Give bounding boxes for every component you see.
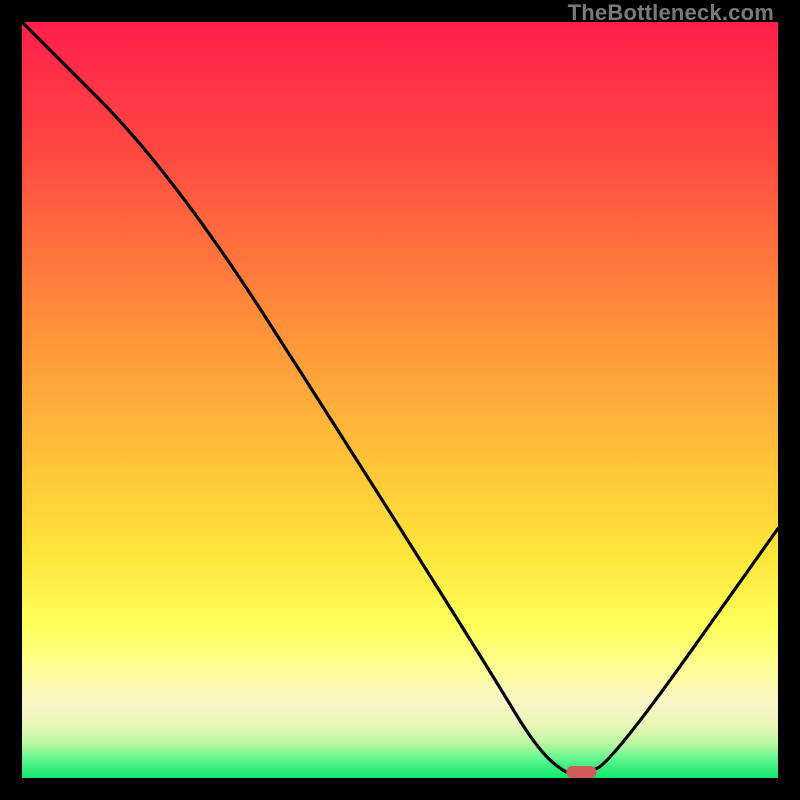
optimum-marker: [566, 766, 596, 778]
chart-frame: [22, 22, 778, 778]
gradient-background: [22, 22, 778, 778]
bottleneck-plot: [22, 22, 778, 778]
watermark-text: TheBottleneck.com: [568, 0, 774, 26]
